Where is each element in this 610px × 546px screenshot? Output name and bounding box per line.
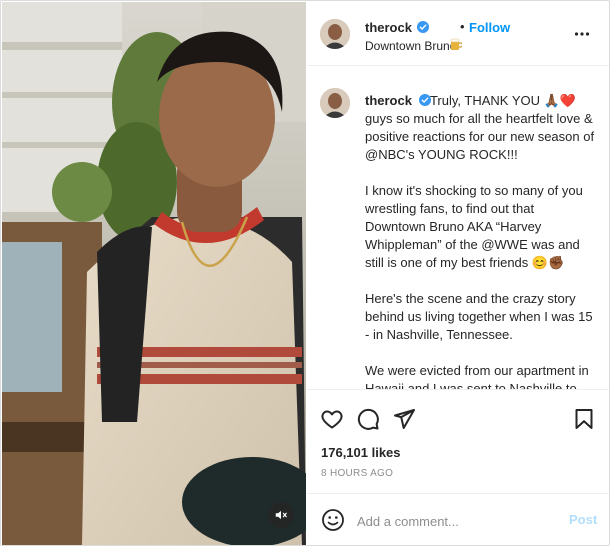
post-modal: therock • Follow Downtown Bruno therock …: [0, 0, 610, 546]
comment-bar: Post: [307, 493, 609, 545]
video-frame-illustration: [2, 2, 306, 545]
caption-area: therock Truly, THANK YOU 🙏🏾❤️ guys so muc…: [307, 67, 609, 389]
avatar[interactable]: [320, 19, 350, 49]
bookmark-icon[interactable]: [572, 407, 596, 431]
caption-paragraph-2: I know it's shocking to so many of you w…: [365, 183, 587, 270]
post-details-panel: therock • Follow Downtown Bruno therock …: [307, 2, 609, 545]
post-header: therock • Follow Downtown Bruno: [307, 2, 609, 66]
separator-dot: •: [460, 19, 465, 34]
beer-emoji-icon: [450, 38, 462, 50]
muted-speaker-icon: [275, 510, 287, 520]
heart-icon[interactable]: [320, 407, 344, 431]
caption-paragraph-3: Here's the scene and the crazy story beh…: [365, 291, 597, 342]
action-bar: [307, 389, 609, 431]
caption-username[interactable]: therock: [365, 93, 412, 108]
username-link[interactable]: therock: [365, 20, 412, 35]
caption-paragraph-4: We were evicted from our apartment in Ha…: [365, 363, 589, 389]
post-timestamp[interactable]: 8 HOURS AGO: [321, 468, 393, 479]
follow-button[interactable]: Follow: [469, 20, 510, 35]
share-icon[interactable]: [392, 407, 416, 431]
post-video[interactable]: [2, 2, 306, 545]
location-link[interactable]: Downtown Bruno: [365, 39, 456, 53]
emoji-icon[interactable]: [321, 508, 345, 532]
like-count[interactable]: 176,101 likes: [321, 445, 401, 460]
more-horizontal-icon[interactable]: [574, 26, 590, 42]
verified-badge-icon: [417, 21, 429, 33]
comment-icon[interactable]: [356, 407, 380, 431]
comment-input[interactable]: [357, 511, 557, 531]
profile-photo: [320, 88, 350, 118]
mute-button[interactable]: [268, 502, 294, 528]
caption-text: therock Truly, THANK YOU 🙏🏾❤️ guys so muc…: [365, 92, 597, 389]
post-comment-button[interactable]: Post: [569, 512, 597, 527]
profile-photo: [320, 19, 350, 49]
avatar[interactable]: [320, 88, 350, 118]
